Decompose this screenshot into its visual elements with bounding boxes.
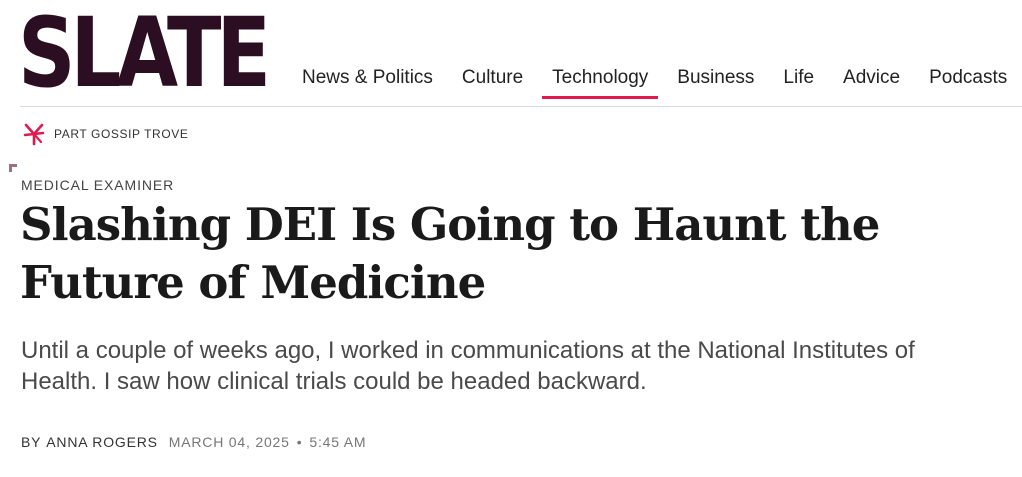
nav-item-culture[interactable]: Culture: [452, 66, 533, 96]
article-byline: BY ANNA ROGERS MARCH 04, 2025 • 5:45 AM: [21, 434, 366, 450]
byline-prefix: BY: [21, 434, 42, 450]
part-gossip-trove-logo-icon: [23, 123, 45, 146]
nav-item-podcasts[interactable]: Podcasts: [919, 66, 1017, 96]
site-header: SLATE News & Politics Culture Technology…: [20, 0, 1022, 107]
byline-separator: •: [296, 434, 303, 450]
corner-bracket-icon: [9, 164, 17, 172]
partner-link[interactable]: PART GOSSIP TROVE: [22, 122, 188, 146]
slate-logo[interactable]: SLATE: [20, 14, 266, 88]
partner-label: PART GOSSIP TROVE: [54, 127, 189, 141]
publish-date: MARCH 04, 2025: [168, 434, 290, 450]
author-link[interactable]: ANNA ROGERS: [46, 434, 158, 450]
nav-item-advice[interactable]: Advice: [833, 66, 910, 96]
article-headline: Slashing DEI Is Going to Haunt the Futur…: [20, 198, 880, 309]
nav-item-life[interactable]: Life: [773, 66, 824, 96]
nav-item-news-politics[interactable]: News & Politics: [292, 66, 443, 96]
publish-time: 5:45 AM: [309, 434, 367, 450]
nav-item-business[interactable]: Business: [667, 66, 764, 96]
nav-item-technology[interactable]: Technology: [542, 66, 659, 99]
logo-text: SLATE: [20, 14, 266, 88]
main-nav: News & Politics Culture Technology Busin…: [292, 66, 1022, 99]
section-kicker[interactable]: MEDICAL EXAMINER: [21, 177, 174, 193]
article-dek: Until a couple of weeks ago, I worked in…: [21, 337, 915, 395]
